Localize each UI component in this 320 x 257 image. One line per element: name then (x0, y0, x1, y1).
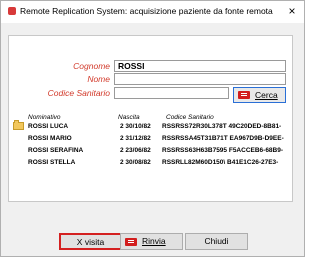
table-row[interactable]: ROSSI LUCA 2 30/10/82 RSSRSS72R30L378T 4… (15, 123, 287, 132)
cerca-label: Cerca (255, 90, 278, 100)
row-name: ROSSI STELLA (28, 159, 76, 166)
codice-sanitario-label: Codice Sanitario (47, 88, 110, 98)
col-header-nascita: Nascita (118, 114, 140, 121)
rinvia-label: Rinvia (142, 236, 166, 246)
row-code: RSSRSS63H63B7595 F5ACCEB6-68B9- (162, 147, 284, 154)
row-code: RSSRLL82M60D150\ B41E1C26-27E3- (162, 159, 279, 166)
table-row[interactable]: ROSSI STELLA 2 30/08/82 RSSRLL82M60D150\… (15, 159, 287, 168)
row-name: ROSSI LUCA (28, 123, 69, 130)
row-birth: 2 31/12/82 (120, 135, 151, 142)
table-row[interactable]: ROSSI MARIO 2 31/12/82 RSSRSSA45T31B71T … (15, 135, 287, 144)
dialog-window: Remote Replication System: acquisizione … (0, 0, 305, 257)
row-birth: 2 30/08/82 (120, 159, 151, 166)
row-code: RSSRSSA45T31B71T EA967D9B-D9EE- (162, 135, 284, 142)
col-header-nominativo: Nominativo (28, 114, 61, 121)
cerca-button[interactable]: Cerca (233, 87, 286, 103)
app-icon (8, 7, 16, 15)
cognome-label: Cognome (73, 61, 110, 71)
row-name: ROSSI MARIO (28, 135, 72, 142)
title-bar[interactable]: Remote Replication System: acquisizione … (1, 1, 304, 23)
rinvia-icon (125, 238, 137, 246)
window-title: Remote Replication System: acquisizione … (20, 6, 273, 16)
nome-label: Nome (87, 74, 110, 84)
row-code: RSSRSS72R30L378T 49C20DED-8B81- (162, 123, 282, 130)
x-visita-button[interactable]: X visita (59, 233, 122, 250)
col-header-codice-sanitario: Codice Sanitario (166, 114, 214, 121)
search-button-icon (238, 91, 250, 99)
row-name: ROSSI SERAFINA (28, 147, 84, 154)
row-birth: 2 23/06/82 (120, 147, 151, 154)
close-icon[interactable]: × (284, 3, 300, 19)
nome-input[interactable] (114, 73, 286, 85)
codice-sanitario-input[interactable] (114, 87, 229, 99)
cognome-input[interactable]: ROSSI (114, 60, 286, 72)
row-birth: 2 30/10/82 (120, 123, 151, 130)
rinvia-button[interactable]: Rinvia (120, 233, 183, 250)
table-row[interactable]: ROSSI SERAFINA 2 23/06/82 RSSRSS63H63B75… (15, 147, 287, 156)
chiudi-button[interactable]: Chiudi (185, 233, 248, 250)
